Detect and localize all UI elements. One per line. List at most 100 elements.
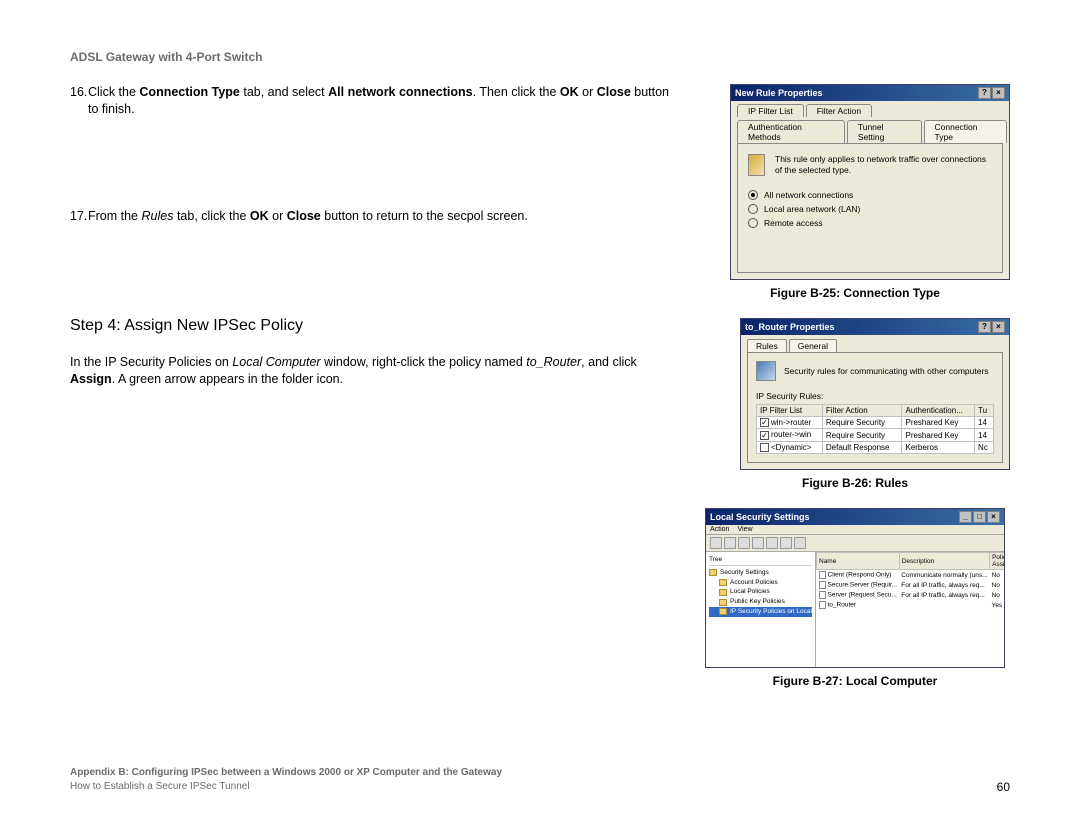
t: tab, and select <box>240 85 328 99</box>
figures-column: New Rule Properties ? × IP Filter List F… <box>700 84 1010 706</box>
tab-rules[interactable]: Rules <box>747 339 787 352</box>
list-cell: Server (Request Secu... <box>817 590 900 600</box>
toolbar-button[interactable] <box>766 537 778 549</box>
tree-header: Tree <box>709 555 812 566</box>
list-cell: to_Router <box>817 600 900 610</box>
list-cell: Yes <box>990 600 1004 610</box>
toolbar-button[interactable] <box>780 537 792 549</box>
list-item[interactable]: Client (Respond Only)Communicate normall… <box>817 570 1005 581</box>
t: Close <box>597 85 631 99</box>
checkbox-icon[interactable]: ✓ <box>760 418 769 427</box>
list-cell: For all IP traffic, always req... <box>899 590 989 600</box>
tab-tunnel-setting[interactable]: Tunnel Setting <box>847 120 922 143</box>
checkbox-icon[interactable] <box>760 443 769 452</box>
t: button to return to the secpol screen. <box>321 209 528 223</box>
t: . A green arrow appears in the folder ic… <box>112 372 343 386</box>
menu-action[interactable]: Action <box>710 526 729 533</box>
policy-list: NameDescriptionPolicy Assigned Client (R… <box>816 552 1004 667</box>
list-cell: Communicate normally (uns... <box>899 570 989 581</box>
toolbar-button[interactable] <box>794 537 806 549</box>
t: . Then click the <box>473 85 560 99</box>
doc-header: ADSL Gateway with 4-Port Switch <box>70 50 1010 64</box>
t: From the <box>88 209 142 223</box>
radio-option[interactable]: All network connections <box>748 190 992 200</box>
list-item[interactable]: Secure Server (Requir...For all IP traff… <box>817 580 1005 590</box>
rules-table: IP Filter ListFilter ActionAuthenticatio… <box>756 404 994 454</box>
list-cell: Client (Respond Only) <box>817 570 900 581</box>
help-icon[interactable]: ? <box>978 321 991 333</box>
t: OK <box>560 85 579 99</box>
minimize-icon[interactable]: _ <box>959 511 972 523</box>
radio-label: Remote access <box>764 218 823 228</box>
footer-appendix: Appendix B: Configuring IPSec between a … <box>70 766 502 780</box>
tree-panel: Tree Security SettingsAccount PoliciesLo… <box>706 552 816 667</box>
table-cell: Require Security <box>822 417 902 429</box>
tree-item[interactable]: Account Policies <box>709 578 812 588</box>
dialog-title: to_Router Properties <box>745 322 835 332</box>
t: Assign <box>70 372 112 386</box>
list-item[interactable]: to_Router Yes <box>817 600 1005 610</box>
table-cell: 14 <box>975 417 994 429</box>
table-row[interactable]: ✓win->routerRequire SecurityPreshared Ke… <box>757 417 994 429</box>
radio-option[interactable]: Local area network (LAN) <box>748 204 992 214</box>
step-17: 17. From the Rules tab, click the OK or … <box>70 208 680 225</box>
close-icon[interactable]: × <box>987 511 1000 523</box>
list-cell: No <box>990 580 1004 590</box>
network-icon <box>748 154 765 176</box>
t: Rules <box>142 209 174 223</box>
column-header[interactable]: Policy Assigned <box>990 553 1004 570</box>
document-icon <box>819 591 826 599</box>
figure-caption: Figure B-25: Connection Type <box>700 286 1010 300</box>
tree-label: IP Security Policies on Local Machine <box>730 607 816 617</box>
table-cell: Preshared Key <box>902 417 975 429</box>
table-cell: Preshared Key <box>902 429 975 441</box>
list-cell: No <box>990 570 1004 581</box>
table-cell: 14 <box>975 429 994 441</box>
column-header[interactable]: IP Filter List <box>757 405 823 417</box>
t: or <box>269 209 287 223</box>
t: Connection Type <box>139 85 239 99</box>
column-header[interactable]: Name <box>817 553 900 570</box>
tab-connection-type[interactable]: Connection Type <box>924 120 1008 143</box>
t: to_Router <box>526 355 581 369</box>
tree-label: Public Key Policies <box>730 597 785 607</box>
tree-item[interactable]: IP Security Policies on Local Machine <box>709 607 812 617</box>
radio-icon[interactable] <box>748 204 758 214</box>
toolbar-button[interactable] <box>710 537 722 549</box>
tab-authentication-methods[interactable]: Authentication Methods <box>737 120 845 143</box>
tree-item[interactable]: Public Key Policies <box>709 597 812 607</box>
column-header[interactable]: Authentication... <box>902 405 975 417</box>
toolbar-button[interactable] <box>752 537 764 549</box>
list-cell: No <box>990 590 1004 600</box>
page-footer: Appendix B: Configuring IPSec between a … <box>70 766 1010 794</box>
radio-icon[interactable] <box>748 218 758 228</box>
radio-icon[interactable] <box>748 190 758 200</box>
toolbar-button[interactable] <box>738 537 750 549</box>
tree-item[interactable]: Local Policies <box>709 587 812 597</box>
step-text: From the Rules tab, click the OK or Clos… <box>88 208 680 225</box>
maximize-icon[interactable]: □ <box>973 511 986 523</box>
tab-general[interactable]: General <box>789 339 837 352</box>
tab-filter-action[interactable]: Filter Action <box>806 104 872 117</box>
tree-label: Security Settings <box>720 568 769 578</box>
close-icon[interactable]: × <box>992 87 1005 99</box>
table-cell: Require Security <box>822 429 902 441</box>
tree-label: Account Policies <box>730 578 778 588</box>
tab-ip-filter-list[interactable]: IP Filter List <box>737 104 804 117</box>
body-text-column: 16. Click the Connection Type tab, and s… <box>70 84 680 706</box>
column-header[interactable]: Tu <box>975 405 994 417</box>
column-header[interactable]: Description <box>899 553 989 570</box>
radio-option[interactable]: Remote access <box>748 218 992 228</box>
toolbar-button[interactable] <box>724 537 736 549</box>
table-row[interactable]: <Dynamic>Default ResponseKerberosNc <box>757 441 994 453</box>
menu-view[interactable]: View <box>737 526 752 533</box>
column-header[interactable]: Filter Action <box>822 405 902 417</box>
close-icon[interactable]: × <box>992 321 1005 333</box>
document-icon <box>819 581 826 589</box>
checkbox-icon[interactable]: ✓ <box>760 431 769 440</box>
t: , and click <box>581 355 637 369</box>
list-item[interactable]: Server (Request Secu...For all IP traffi… <box>817 590 1005 600</box>
tree-item[interactable]: Security Settings <box>709 568 812 578</box>
table-row[interactable]: ✓router->winRequire SecurityPreshared Ke… <box>757 429 994 441</box>
help-icon[interactable]: ? <box>978 87 991 99</box>
